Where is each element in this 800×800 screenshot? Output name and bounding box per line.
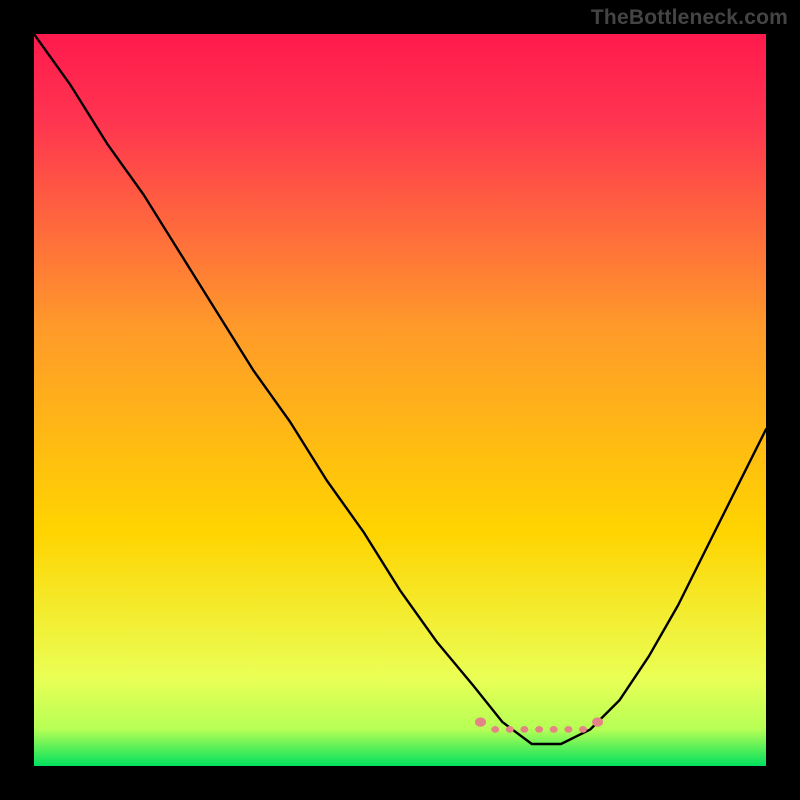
watermark-label: TheBottleneck.com [591, 6, 788, 30]
chart-frame: TheBottleneck.com [0, 0, 800, 800]
plot-area [34, 34, 766, 766]
bottleneck-chart [34, 34, 766, 766]
